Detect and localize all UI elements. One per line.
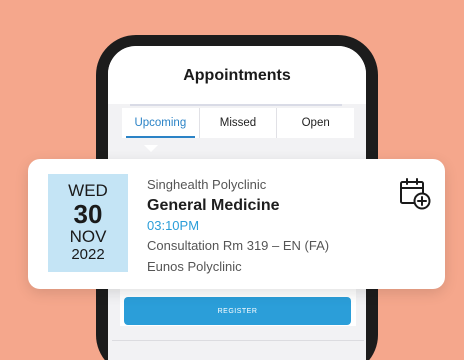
service-name: General Medicine <box>147 197 280 214</box>
date-month: NOV <box>69 227 107 246</box>
appointment-card[interactable]: WED 30 NOV 2022 Singhealth Polyclinic Ge… <box>28 159 445 289</box>
header-divider <box>130 104 342 106</box>
date-number: 30 <box>73 199 103 229</box>
date-year: 2022 <box>71 246 105 263</box>
page-title: Appointments <box>108 46 366 104</box>
appointment-time: 03:10PM <box>147 218 200 233</box>
appointment-details: Singhealth Polyclinic General Medicine 0… <box>147 176 329 277</box>
date-badge: WED 30 NOV 2022 <box>48 174 128 272</box>
clinic-location: Eunos Polyclinic <box>147 259 242 274</box>
calendar-plus-icon[interactable] <box>398 176 432 210</box>
register-button[interactable]: REGISTER <box>124 297 351 325</box>
divider <box>112 340 364 341</box>
tab-upcoming[interactable]: Upcoming <box>122 108 200 138</box>
tab-missed[interactable]: Missed <box>200 108 278 138</box>
appointment-tabs: Upcoming Missed Open <box>122 108 354 138</box>
date-day: WED <box>68 181 108 200</box>
tab-pointer <box>144 145 158 152</box>
provider-name: Singhealth Polyclinic <box>147 177 267 192</box>
consultation-room: Consultation Rm 319 – EN (FA) <box>147 238 330 253</box>
tab-open[interactable]: Open <box>277 108 354 138</box>
